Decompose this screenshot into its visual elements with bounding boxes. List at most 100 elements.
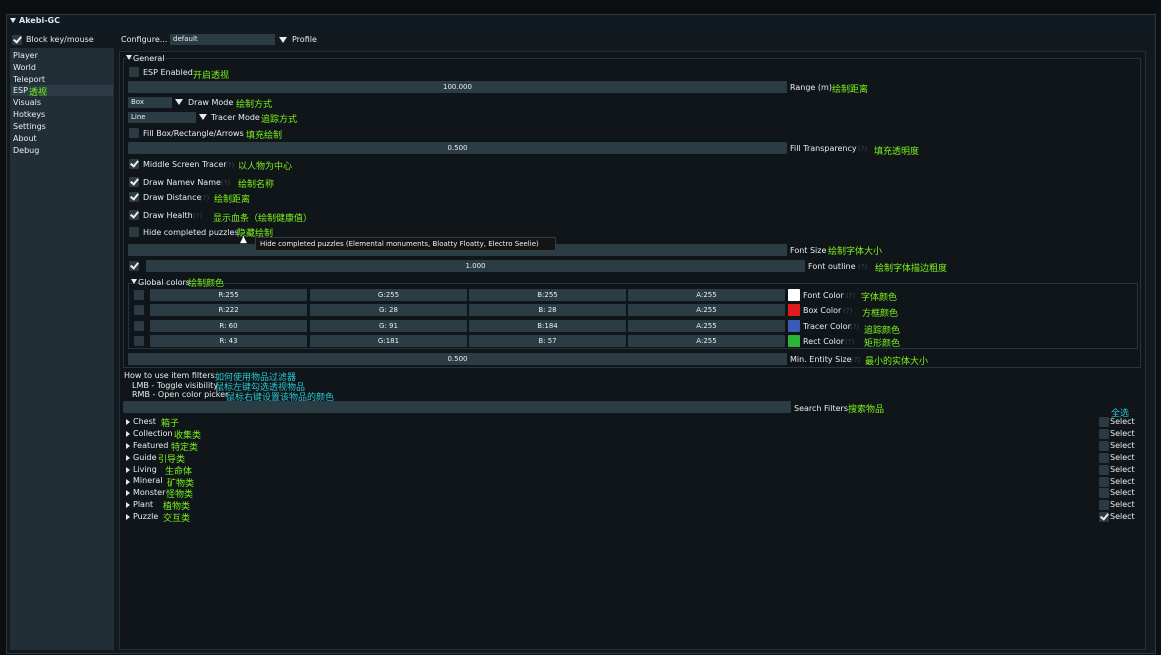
box-color-help-icon[interactable]: (?) [843, 307, 852, 315]
global-colors-header[interactable]: Global colors [138, 278, 190, 287]
category-plant[interactable]: Plant [133, 500, 153, 509]
draw-name-checkbox[interactable] [129, 177, 139, 187]
living-expand-icon[interactable] [126, 467, 130, 473]
rect-color-swatch[interactable] [788, 335, 800, 347]
draw-mode-dropdown-icon[interactable] [175, 99, 183, 105]
box-color-r[interactable]: R:222 [150, 304, 307, 316]
font-color-swatch[interactable] [788, 289, 800, 301]
search-filters-input[interactable] [123, 401, 791, 413]
rect-color-g[interactable]: G:181 [310, 335, 467, 347]
tracer-color-g[interactable]: G: 91 [310, 320, 467, 332]
category-chest-select-checkbox[interactable] [1099, 417, 1109, 427]
collapse-window-icon[interactable] [10, 18, 16, 23]
featured-expand-icon[interactable] [126, 443, 130, 449]
category-guide[interactable]: Guide [133, 453, 157, 462]
tracer-color-b[interactable]: B:184 [469, 320, 626, 332]
middle-screen-tracer-checkbox[interactable] [129, 159, 139, 169]
chest-expand-icon[interactable] [126, 419, 130, 425]
category-guide-select-checkbox[interactable] [1099, 453, 1109, 463]
min-entity-size-help-icon[interactable]: (?) [851, 356, 860, 364]
sidebar-item-hotkeys[interactable]: Hotkeys [13, 110, 45, 119]
category-mineral-select-checkbox[interactable] [1099, 477, 1109, 487]
monster-expand-icon[interactable] [126, 490, 130, 496]
draw-health-checkbox[interactable] [129, 210, 139, 220]
font-color-g[interactable]: G:255 [310, 289, 467, 301]
font-color-b[interactable]: B:255 [469, 289, 626, 301]
tracer-color-a[interactable]: A:255 [628, 320, 785, 332]
category-monster-select-checkbox[interactable] [1099, 488, 1109, 498]
profile-select[interactable]: default [170, 34, 275, 45]
general-collapse-icon[interactable] [126, 55, 132, 60]
rect-color-a[interactable]: A:255 [628, 335, 785, 347]
sidebar-item-world[interactable]: World [13, 63, 36, 72]
profile-dropdown-icon[interactable] [279, 37, 287, 43]
box-color-b[interactable]: B: 28 [469, 304, 626, 316]
font-color-a[interactable]: A:255 [628, 289, 785, 301]
font-color-toggle[interactable] [134, 290, 144, 300]
category-mineral[interactable]: Mineral [133, 476, 163, 485]
category-collection-select-checkbox[interactable] [1099, 429, 1109, 439]
draw-distance-checkbox[interactable] [129, 192, 139, 202]
font-outline-slider[interactable]: 1.000 [146, 260, 805, 272]
box-color-swatch[interactable] [788, 304, 800, 316]
category-chest[interactable]: Chest [133, 417, 156, 426]
esp-enabled-checkbox[interactable] [129, 67, 139, 77]
sidebar-item-esp[interactable]: ESP [13, 86, 28, 95]
category-featured[interactable]: Featured [133, 441, 168, 450]
tracer-color-swatch[interactable] [788, 320, 800, 332]
sidebar-item-teleport[interactable]: Teleport [13, 75, 45, 84]
fill-box-checkbox[interactable] [129, 128, 139, 138]
category-living[interactable]: Living [133, 465, 157, 474]
guide-expand-icon[interactable] [126, 455, 130, 461]
puzzle-expand-icon[interactable] [126, 514, 130, 520]
block-key-mouse-checkbox[interactable] [12, 35, 22, 45]
sidebar-item-player[interactable]: Player [13, 51, 38, 60]
rect-color-r[interactable]: R: 43 [150, 335, 307, 347]
category-collection[interactable]: Collection [133, 429, 173, 438]
tracer-mode-select[interactable]: Line [128, 112, 196, 123]
category-living-select-checkbox[interactable] [1099, 465, 1109, 475]
range-slider[interactable]: 100.000 [128, 81, 787, 93]
sidebar-item-about[interactable]: About [13, 134, 37, 143]
category-puzzle-select-checkbox[interactable] [1099, 512, 1109, 522]
font-color-r[interactable]: R:255 [150, 289, 307, 301]
sidebar-item-visuals[interactable]: Visuals [13, 98, 41, 107]
min-entity-size-slider[interactable]: 0.500 [128, 353, 787, 365]
draw-distance-help-icon[interactable]: (?) [200, 194, 209, 202]
hide-completed-checkbox[interactable] [129, 227, 139, 237]
mineral-expand-icon[interactable] [126, 479, 130, 485]
fill-transparency-slider[interactable]: 0.500 [128, 142, 787, 154]
rect-color-help-icon[interactable]: (?) [845, 338, 854, 346]
category-monster[interactable]: Monster [133, 488, 165, 497]
rect-color-toggle[interactable] [134, 336, 144, 346]
category-puzzle[interactable]: Puzzle [133, 512, 158, 521]
title-bar[interactable] [7, 15, 1155, 27]
tracer-color-toggle[interactable] [134, 321, 144, 331]
middle-screen-tracer-help-icon[interactable]: (?) [225, 161, 234, 169]
plant-expand-icon[interactable] [126, 502, 130, 508]
tracer-mode-dropdown-icon[interactable] [199, 114, 207, 120]
tracer-color-r[interactable]: R: 60 [150, 320, 307, 332]
middle-screen-tracer-cn: 以人物为中心 [238, 162, 293, 172]
draw-health-help-icon[interactable]: (?) [193, 212, 202, 220]
esp-enabled-cn: 开启透视 [193, 71, 230, 81]
category-featured-select-checkbox[interactable] [1099, 441, 1109, 451]
rect-color-b[interactable]: B: 57 [469, 335, 626, 347]
box-color-g[interactable]: G: 28 [310, 304, 467, 316]
font-color-help-icon[interactable]: (?) [846, 292, 855, 300]
category-plant-select-checkbox[interactable] [1099, 500, 1109, 510]
fill-transparency-help-icon[interactable]: (?) [858, 145, 867, 153]
font-outline-help-icon[interactable]: (?) [858, 263, 867, 271]
sidebar-item-debug[interactable]: Debug [13, 146, 39, 155]
collection-expand-icon[interactable] [126, 431, 130, 437]
configure-button[interactable]: Configure... [121, 35, 167, 44]
general-header[interactable]: General [133, 54, 165, 63]
tracer-color-help-icon[interactable]: (?) [850, 323, 859, 331]
box-color-a[interactable]: A:255 [628, 304, 785, 316]
global-colors-collapse-icon[interactable] [131, 279, 137, 284]
sidebar-item-settings[interactable]: Settings [13, 122, 46, 131]
draw-mode-select[interactable]: Box [128, 97, 172, 108]
draw-name-help-icon[interactable]: (?) [221, 179, 230, 187]
font-outline-checkbox[interactable] [129, 261, 139, 271]
box-color-toggle[interactable] [134, 305, 144, 315]
